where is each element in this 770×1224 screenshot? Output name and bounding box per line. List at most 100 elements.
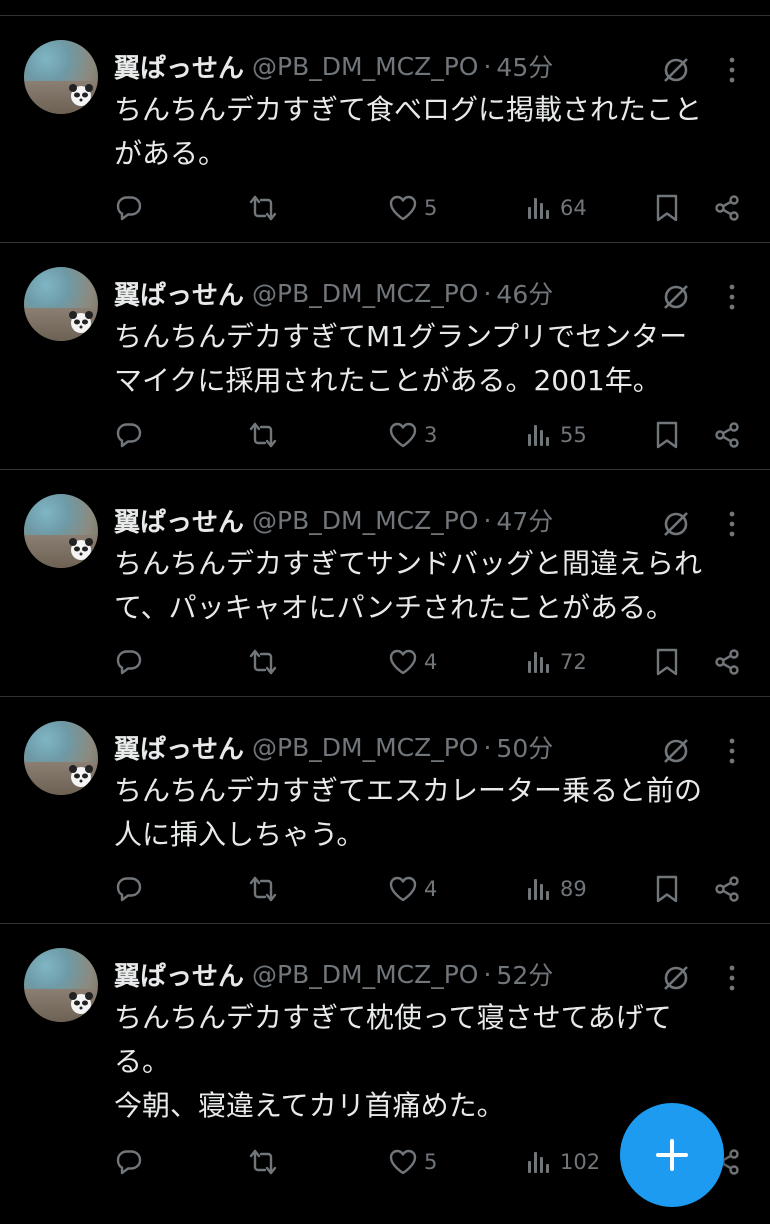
bookmark-button[interactable] bbox=[652, 642, 682, 682]
share-icon bbox=[715, 422, 739, 448]
user-handle[interactable]: @PB_DM_MCZ_PO bbox=[252, 52, 478, 81]
share-icon bbox=[715, 195, 739, 221]
tweet[interactable]: 翼ぱっせん @PB_DM_MCZ_PO · 46分 ちんちんデカすぎてM1グラン… bbox=[0, 243, 770, 470]
reply-icon bbox=[116, 423, 142, 448]
more-icon[interactable] bbox=[722, 964, 742, 992]
user-handle[interactable]: @PB_DM_MCZ_PO bbox=[252, 733, 478, 762]
separator-dot: · bbox=[483, 505, 492, 535]
avatar[interactable] bbox=[24, 40, 98, 114]
tweet[interactable]: 翼ぱっせん @PB_DM_MCZ_PO · 50分 ちんちんデカすぎてエスカレー… bbox=[0, 697, 770, 924]
like-button[interactable]: 4 bbox=[388, 642, 437, 682]
like-count: 5 bbox=[424, 1150, 438, 1174]
share-button[interactable] bbox=[712, 188, 742, 228]
tweet-text: ちんちんデカすぎてM1グランプリでセンター マイクに採用されたことがある。200… bbox=[114, 315, 754, 403]
bookmark-icon bbox=[656, 875, 678, 903]
like-button[interactable]: 4 bbox=[388, 869, 437, 909]
display-name[interactable]: 翼ぱっせん bbox=[114, 956, 244, 993]
display-name[interactable]: 翼ぱっせん bbox=[114, 275, 244, 312]
avatar[interactable] bbox=[24, 721, 98, 795]
views-button[interactable]: 72 bbox=[524, 642, 587, 682]
share-button[interactable] bbox=[712, 642, 742, 682]
retweet-icon bbox=[249, 1149, 277, 1175]
display-name[interactable]: 翼ぱっせん bbox=[114, 502, 244, 539]
retweet-button[interactable] bbox=[248, 415, 284, 455]
timestamp[interactable]: 46分 bbox=[496, 275, 553, 311]
separator-dot: · bbox=[483, 959, 492, 989]
like-button[interactable]: 5 bbox=[388, 1142, 437, 1182]
divider bbox=[0, 0, 770, 16]
like-button[interactable]: 5 bbox=[388, 188, 437, 228]
like-button[interactable]: 3 bbox=[388, 415, 437, 455]
reply-button[interactable] bbox=[114, 188, 150, 228]
compose-post-button[interactable] bbox=[620, 1103, 724, 1207]
grok-icon[interactable] bbox=[660, 54, 692, 86]
avatar[interactable] bbox=[24, 948, 98, 1022]
bookmark-button[interactable] bbox=[652, 188, 682, 228]
bookmark-button[interactable] bbox=[652, 415, 682, 455]
display-name[interactable]: 翼ぱっせん bbox=[114, 48, 244, 85]
views-button[interactable]: 55 bbox=[524, 415, 587, 455]
tweet-text: ちんちんデカすぎてサンドバッグと間違えられ て、パッキャオにパンチされたことがあ… bbox=[114, 542, 754, 630]
bookmark-button[interactable] bbox=[652, 869, 682, 909]
tweet-text-line: ちんちんデカすぎてM1グランプリでセンター bbox=[114, 320, 688, 353]
grok-icon[interactable] bbox=[660, 962, 692, 994]
views-icon bbox=[528, 198, 549, 219]
share-button[interactable] bbox=[712, 415, 742, 455]
reply-button[interactable] bbox=[114, 415, 150, 455]
like-count: 3 bbox=[424, 423, 438, 447]
tweet-text-line: ちんちんデカすぎて食べログに掲載されたこと bbox=[114, 93, 703, 126]
views-icon bbox=[528, 879, 549, 900]
tweet[interactable]: 翼ぱっせん @PB_DM_MCZ_PO · 45分 ちんちんデカすぎて食べログに… bbox=[0, 16, 770, 243]
separator-dot: · bbox=[483, 51, 492, 81]
reply-icon bbox=[116, 196, 142, 221]
timestamp[interactable]: 47分 bbox=[496, 502, 553, 538]
like-icon bbox=[389, 876, 417, 902]
share-button[interactable] bbox=[712, 869, 742, 909]
view-count: 55 bbox=[560, 423, 587, 447]
more-icon[interactable] bbox=[722, 56, 742, 84]
panda-mascot-icon bbox=[69, 84, 93, 106]
more-icon[interactable] bbox=[722, 283, 742, 311]
bookmark-icon bbox=[656, 194, 678, 222]
avatar[interactable] bbox=[24, 267, 98, 341]
retweet-icon bbox=[249, 195, 277, 221]
views-icon bbox=[528, 1152, 549, 1173]
timestamp[interactable]: 52分 bbox=[496, 956, 553, 992]
user-handle[interactable]: @PB_DM_MCZ_PO bbox=[252, 960, 478, 989]
retweet-button[interactable] bbox=[248, 642, 284, 682]
grok-icon[interactable] bbox=[660, 735, 692, 767]
like-icon bbox=[389, 649, 417, 675]
retweet-button[interactable] bbox=[248, 1142, 284, 1182]
tweet-header: 翼ぱっせん @PB_DM_MCZ_PO · 52分 bbox=[114, 954, 553, 994]
display-name[interactable]: 翼ぱっせん bbox=[114, 729, 244, 766]
view-count: 89 bbox=[560, 877, 587, 901]
tweet-text-line: 人に挿入しちゃう。 bbox=[114, 818, 365, 851]
like-count: 4 bbox=[424, 877, 438, 901]
more-icon[interactable] bbox=[722, 737, 742, 765]
views-button[interactable]: 89 bbox=[524, 869, 587, 909]
view-count: 72 bbox=[560, 650, 587, 674]
like-icon bbox=[389, 422, 417, 448]
action-bar: 3 55 bbox=[0, 415, 770, 455]
timestamp[interactable]: 45分 bbox=[496, 48, 553, 84]
retweet-button[interactable] bbox=[248, 188, 284, 228]
reply-button[interactable] bbox=[114, 642, 150, 682]
avatar[interactable] bbox=[24, 494, 98, 568]
timestamp[interactable]: 50分 bbox=[496, 729, 553, 765]
grok-icon[interactable] bbox=[660, 508, 692, 540]
user-handle[interactable]: @PB_DM_MCZ_PO bbox=[252, 506, 478, 535]
reply-button[interactable] bbox=[114, 1142, 150, 1182]
like-count: 5 bbox=[424, 196, 438, 220]
reply-button[interactable] bbox=[114, 869, 150, 909]
views-button[interactable]: 64 bbox=[524, 188, 587, 228]
views-icon bbox=[528, 425, 549, 446]
tweet-header: 翼ぱっせん @PB_DM_MCZ_PO · 46分 bbox=[114, 273, 553, 313]
more-icon[interactable] bbox=[722, 510, 742, 538]
grok-icon[interactable] bbox=[660, 281, 692, 313]
bookmark-icon bbox=[656, 648, 678, 676]
share-icon bbox=[715, 649, 739, 675]
user-handle[interactable]: @PB_DM_MCZ_PO bbox=[252, 279, 478, 308]
tweet[interactable]: 翼ぱっせん @PB_DM_MCZ_PO · 47分 ちんちんデカすぎてサンドバッ… bbox=[0, 470, 770, 697]
retweet-button[interactable] bbox=[248, 869, 284, 909]
views-button[interactable]: 102 bbox=[524, 1142, 600, 1182]
